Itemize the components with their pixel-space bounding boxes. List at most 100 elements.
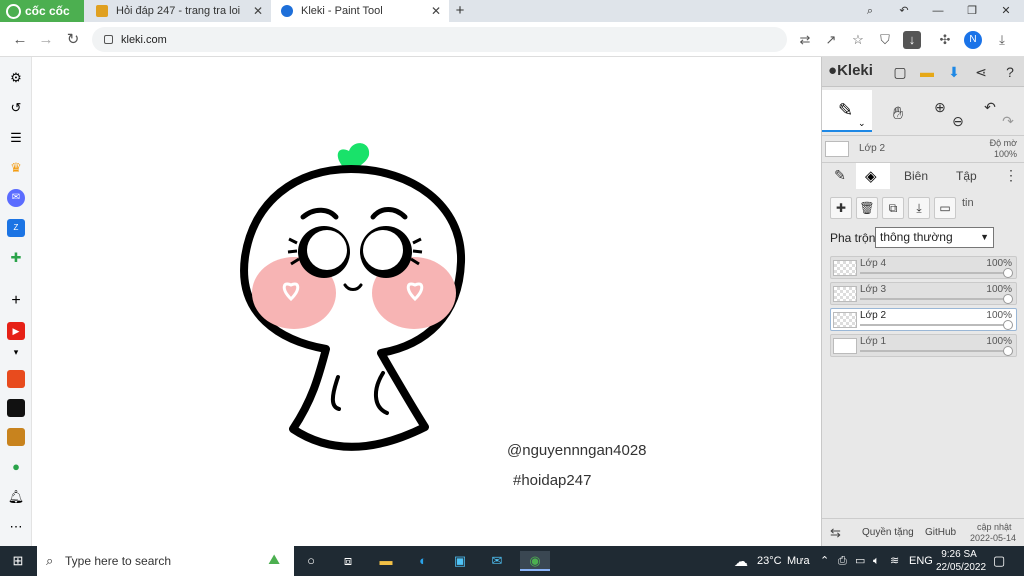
- more-vertical-icon[interactable]: ⋮: [1004, 167, 1018, 184]
- shield-icon[interactable]: ⛉: [876, 31, 894, 49]
- tiktok-icon[interactable]: [7, 399, 25, 417]
- navigation-bar: ← → ↻ kleki.com ⇄ ↗ ☆ ⛉ ↓ ✣ N ⤓: [0, 22, 1024, 57]
- input-language[interactable]: ENG: [909, 546, 933, 576]
- clock[interactable]: 9:26 SA 22/05/2022: [936, 548, 986, 574]
- drawing-canvas[interactable]: @nguyennngan4028 #hoidap247: [33, 57, 821, 546]
- volume-icon[interactable]: 🔈︎: [873, 546, 880, 576]
- new-tab-button[interactable]: +: [452, 3, 468, 19]
- brush-settings-tab-icon[interactable]: ✎: [828, 163, 852, 187]
- opacity-slider[interactable]: [860, 350, 1006, 352]
- download-extension-icon[interactable]: ↓: [903, 31, 921, 49]
- donate-link[interactable]: Quyền tặng: [862, 527, 914, 538]
- restore-icon[interactable]: ❐: [964, 3, 980, 19]
- rename-layer-icon[interactable]: ▭: [934, 197, 956, 219]
- opacity-slider-handle[interactable]: [1003, 294, 1013, 304]
- brush-tool-button[interactable]: ✎ ⌄: [822, 90, 872, 132]
- share-icon[interactable]: ⋖: [969, 60, 993, 84]
- notifications-icon[interactable]: ▢: [993, 546, 1005, 576]
- network-icon[interactable]: ⎙: [838, 546, 847, 576]
- game-app-icon[interactable]: [7, 428, 25, 446]
- shopping-app-icon[interactable]: [7, 370, 25, 388]
- close-tab-icon[interactable]: ✕: [253, 4, 263, 18]
- github-link[interactable]: GitHub: [925, 527, 956, 538]
- opacity-slider[interactable]: [860, 298, 1006, 300]
- layer-thumb: [833, 260, 857, 276]
- notification-bell-icon[interactable]: 🔔︎: [7, 488, 25, 506]
- wifi-icon[interactable]: ≋: [890, 546, 899, 576]
- duplicate-layer-icon[interactable]: ⧉: [882, 197, 904, 219]
- forward-arrow-icon[interactable]: →: [36, 30, 56, 50]
- history-icon[interactable]: ↺: [7, 99, 25, 117]
- opacity-slider-handle[interactable]: [1003, 320, 1013, 330]
- opacity-slider-handle[interactable]: [1003, 268, 1013, 278]
- profile-avatar[interactable]: N: [964, 31, 982, 49]
- reload-icon[interactable]: ↻: [63, 30, 83, 50]
- add-app-icon[interactable]: +: [7, 292, 25, 310]
- tab-history-icon[interactable]: ↶: [896, 3, 912, 19]
- tab-file[interactable]: Tập: [956, 169, 977, 183]
- tab-hoidap[interactable]: Hỏi đáp 247 - trang tra loi ✕: [86, 0, 271, 22]
- redo-icon[interactable]: ↷: [996, 109, 1020, 133]
- maps-pin-icon[interactable]: ●: [7, 458, 25, 476]
- mail-icon[interactable]: ✉: [487, 551, 507, 571]
- translate-icon[interactable]: ⇄: [796, 31, 814, 49]
- zalo-icon[interactable]: Z: [7, 219, 25, 237]
- back-arrow-icon[interactable]: ←: [10, 30, 30, 50]
- merge-layer-icon[interactable]: ⤓: [908, 197, 930, 219]
- blend-mode-select[interactable]: thông thường ▼: [875, 227, 994, 248]
- settings-gear-icon[interactable]: ⚙: [7, 69, 25, 87]
- opacity-slider[interactable]: [860, 324, 1006, 326]
- kleki-footer: ⇆ Quyền tặng GitHub cập nhật 2022-05-14: [822, 518, 1024, 546]
- tab-kleki[interactable]: Kleki - Paint Tool ✕: [271, 0, 449, 22]
- delete-layer-icon[interactable]: 🗑︎: [856, 197, 878, 219]
- messenger-icon[interactable]: ✉: [7, 189, 25, 207]
- layer-item[interactable]: Lớp 3 100%: [830, 282, 1017, 305]
- windows-start-icon[interactable]: ⊞: [8, 551, 28, 571]
- close-tab-icon[interactable]: ✕: [431, 4, 441, 18]
- edge-icon[interactable]: ◐: [413, 551, 433, 571]
- file-explorer-icon[interactable]: ▬: [376, 551, 396, 571]
- crown-icon[interactable]: ♛: [7, 159, 25, 177]
- taskbar-search[interactable]: ⌕ Type here to search ⛰: [37, 546, 294, 576]
- coccoc-menu-button[interactable]: cốc cốc: [0, 0, 84, 22]
- tray-chevron-up-icon[interactable]: ⌃: [820, 546, 829, 576]
- battery-icon[interactable]: ▭: [855, 546, 865, 576]
- game-controller-icon[interactable]: ✚: [7, 249, 25, 267]
- coccoc-taskbar-icon[interactable]: ◉: [520, 551, 550, 571]
- layers-tab[interactable]: ◈: [856, 163, 890, 189]
- chevron-down-icon: ▼: [980, 232, 989, 242]
- open-folder-icon[interactable]: ▬: [915, 60, 939, 84]
- weather-temp[interactable]: 23°C: [757, 546, 782, 576]
- tab-edit[interactable]: Biên: [904, 169, 928, 183]
- zoom-out-icon[interactable]: ⊖: [946, 109, 970, 133]
- bookmark-star-icon[interactable]: ☆: [849, 31, 867, 49]
- layer-item[interactable]: Lớp 1 100%: [830, 334, 1017, 357]
- chevron-down-icon[interactable]: ⌄: [858, 118, 866, 129]
- layer-item-selected[interactable]: Lớp 2 100%: [830, 308, 1017, 331]
- extensions-puzzle-icon[interactable]: ✣: [936, 31, 954, 49]
- save-download-icon[interactable]: ⬇: [942, 60, 966, 84]
- share-icon[interactable]: ↗: [822, 31, 840, 49]
- task-view-circle-icon[interactable]: ○: [301, 551, 321, 571]
- search-icon: ⌕: [46, 553, 54, 568]
- reading-list-icon[interactable]: ☰: [7, 129, 25, 147]
- swap-icon[interactable]: ⇆: [830, 525, 841, 541]
- minimize-icon[interactable]: —: [930, 3, 946, 19]
- help-icon[interactable]: ?: [998, 60, 1022, 84]
- opacity-slider[interactable]: [860, 272, 1006, 274]
- youtube-icon[interactable]: ▶: [7, 322, 25, 340]
- address-bar[interactable]: kleki.com: [92, 27, 787, 52]
- chevron-down-icon[interactable]: ▾: [7, 343, 25, 361]
- search-tabs-icon[interactable]: ⌕: [862, 3, 878, 19]
- kleki-logo[interactable]: ●Kleki: [828, 62, 873, 79]
- task-view-icon[interactable]: ⧈: [338, 551, 358, 571]
- more-options-icon[interactable]: ⋯: [7, 518, 25, 536]
- opacity-slider-handle[interactable]: [1003, 346, 1013, 356]
- new-image-icon[interactable]: ▢: [888, 60, 912, 84]
- add-layer-icon[interactable]: ✚: [830, 197, 852, 219]
- close-window-icon[interactable]: ✕: [998, 3, 1014, 19]
- layer-item[interactable]: Lớp 4 100%: [830, 256, 1017, 279]
- store-icon[interactable]: ▣: [450, 551, 470, 571]
- downloads-icon[interactable]: ⤓: [993, 31, 1011, 49]
- hand-tool-icon[interactable]: ✋︎: [886, 101, 910, 125]
